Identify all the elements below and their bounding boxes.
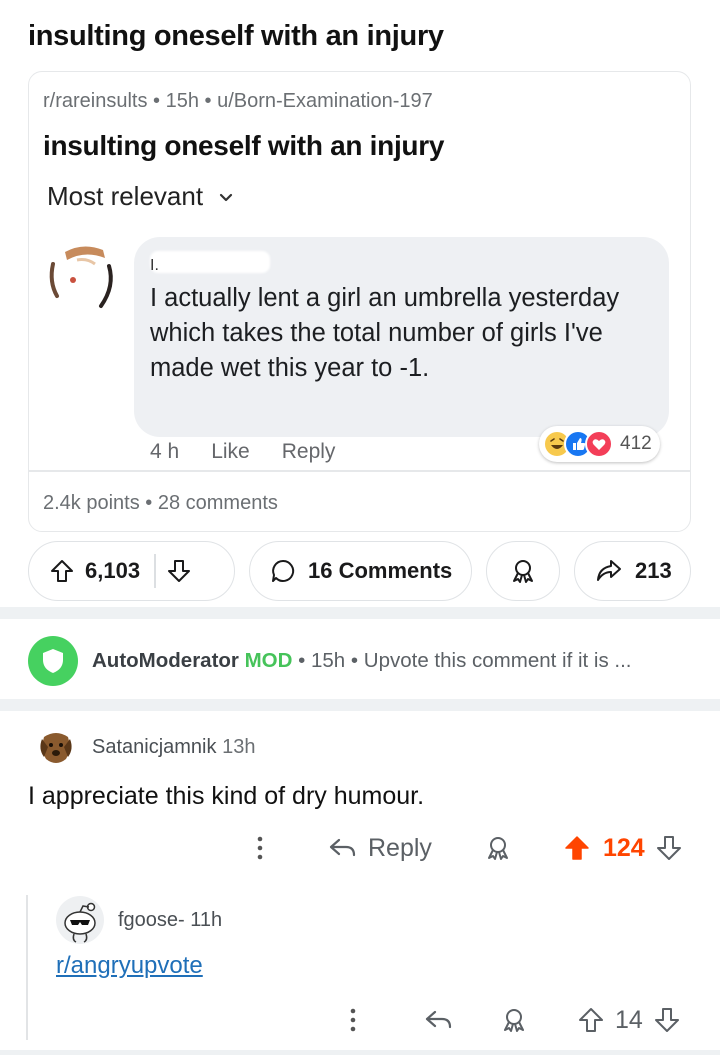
more-options-icon[interactable] [343,1000,363,1040]
award-icon [509,557,537,585]
comment-time: 13h [222,735,256,758]
post-action-bar: 6,103 16 Comments 213 [28,541,691,601]
reply-header: fgoose- 11h [56,896,222,944]
facebook-comment-text: I actually lent a girl an umbrella yeste… [150,284,620,382]
reaction-count: 412 [620,433,652,454]
fb-comment-time: 4 h [150,440,180,463]
comment-vote-count: 124 [603,833,645,862]
comment-bubble-icon [270,558,296,584]
automoderator-meta: • 15h • Upvote this comment if it is ... [292,649,632,672]
commenter-avatar [43,238,121,316]
crosspost-divider [29,470,690,472]
mod-badge: MOD [244,649,293,672]
reply-vote-count: 14 [615,1005,643,1034]
subreddit-link[interactable]: r/angryupvote [56,952,203,980]
share-count: 213 [635,558,672,583]
upvote-count: 6,103 [85,558,141,583]
facebook-reactions: 412 [539,426,660,462]
comment-user-line: Satanicjamnik 13h [92,736,255,759]
reply-time: 11h [190,908,223,931]
reply-vote-group: 14 [577,1000,681,1040]
downvote-icon[interactable] [655,834,683,862]
chevron-down-icon [217,188,235,206]
crosspost-stats[interactable]: 2.4k points • 28 comments [43,492,278,515]
comment-vote-group: 124 [563,828,683,868]
fb-like-label: Like [211,440,250,463]
reply-actions: 14 [0,1000,720,1040]
downvote-icon[interactable] [166,558,192,584]
award-button[interactable] [486,541,560,601]
reply-username[interactable]: fgoose- [118,909,185,931]
vote-divider [154,554,156,588]
share-button[interactable]: 213 [574,541,691,601]
vote-pill: 6,103 [28,541,235,601]
award-comment-icon[interactable] [500,1000,528,1040]
fb-reply-label: Reply [281,440,336,463]
automoderator-line: AutoModerator MOD • 15h • Upvote this co… [92,649,632,673]
reply-label: Reply [368,833,432,862]
comment-actions: Reply 124 [0,828,720,868]
user-avatar[interactable] [36,727,76,767]
automoderator-comment-collapsed[interactable]: AutoModerator MOD • 15h • Upvote this co… [28,636,708,686]
comments-button[interactable]: 16 Comments [249,541,472,601]
comments-label: 16 Comments [308,558,453,583]
reply-user-line: fgoose- 11h [118,909,222,932]
reply-arrow-icon[interactable] [424,1000,454,1040]
automoderator-name[interactable]: AutoModerator [92,649,239,672]
comment-username[interactable]: Satanicjamnik [92,736,217,758]
automoderator-shield-icon [28,636,78,686]
downvote-icon[interactable] [653,1006,681,1034]
redacted-name [150,251,270,273]
sort-label: Most relevant [47,181,204,211]
crosspost-meta[interactable]: r/rareinsults • 15h • u/Born-Examination… [43,90,433,113]
comment-body: I appreciate this kind of dry humour. [28,782,425,810]
section-divider [0,607,720,619]
share-icon [595,558,623,584]
post-title: insulting oneself with an injury [28,20,444,52]
upvote-icon[interactable] [577,1006,605,1034]
reply-user-avatar[interactable] [56,896,104,944]
comment-header: Satanicjamnik 13h [36,727,255,767]
bottom-divider [0,1050,720,1055]
crosspost-card[interactable]: r/rareinsults • 15h • u/Born-Examination… [28,71,691,532]
upvote-active-icon[interactable] [563,834,591,862]
reply-arrow-icon [328,835,358,861]
reply-button[interactable]: Reply [328,828,432,868]
crosspost-title[interactable]: insulting oneself with an injury [43,130,444,162]
facebook-comment-bubble: I. I actually lent a girl an umbrella ye… [134,237,669,437]
more-options-icon[interactable] [250,828,270,868]
award-comment-icon[interactable] [484,828,512,868]
commenter-name-fragment: I. [150,257,159,274]
facebook-comment-actions: 4 h Like Reply [150,440,335,464]
upvote-icon[interactable] [49,558,75,584]
sort-dropdown: Most relevant [47,181,235,212]
love-reaction-icon [585,430,613,458]
section-divider [0,699,720,711]
